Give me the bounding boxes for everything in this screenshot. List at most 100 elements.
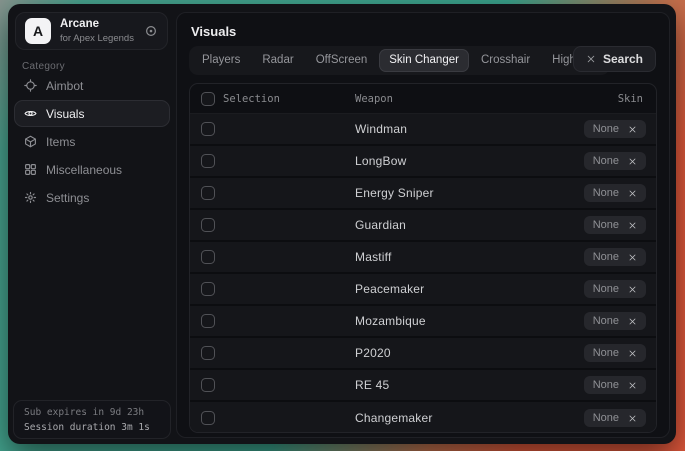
search-button[interactable]: Search: [573, 46, 656, 72]
table-row: Mastiff None: [190, 242, 656, 274]
x-icon[interactable]: [628, 414, 637, 423]
tab-crosshair[interactable]: Crosshair: [471, 49, 540, 72]
row-checkbox[interactable]: [201, 218, 215, 232]
select-all-checkbox[interactable]: [201, 92, 215, 106]
skin-select-button[interactable]: None: [584, 409, 646, 427]
cube-icon: [24, 135, 37, 148]
weapon-name: Mastiff: [355, 250, 392, 264]
skin-select-button[interactable]: None: [584, 280, 646, 298]
row-checkbox[interactable]: [201, 154, 215, 168]
table-row: Guardian None: [190, 210, 656, 242]
sidebar-item-aimbot[interactable]: Aimbot: [14, 72, 170, 99]
grid-icon: [24, 163, 37, 176]
skin-value: None: [593, 219, 619, 231]
category-label: Category: [22, 61, 65, 72]
skin-select-button[interactable]: None: [584, 344, 646, 362]
row-checkbox[interactable]: [201, 250, 215, 264]
app-subtitle: for Apex Legends: [60, 34, 134, 44]
x-icon[interactable]: [628, 349, 637, 358]
row-checkbox[interactable]: [201, 346, 215, 360]
app-meta: Arcane for Apex Legends: [60, 19, 134, 43]
x-icon[interactable]: [628, 221, 637, 230]
target-icon[interactable]: [144, 24, 158, 38]
sidebar-item-label: Miscellaneous: [46, 163, 122, 177]
skin-value: None: [593, 315, 619, 327]
table-row: Energy Sniper None: [190, 178, 656, 210]
weapon-name: Mozambique: [355, 314, 426, 328]
weapon-name: Windman: [355, 122, 407, 136]
sidebar-item-settings[interactable]: Settings: [14, 184, 170, 211]
weapon-name: P2020: [355, 346, 391, 360]
table-row: RE 45 None: [190, 370, 656, 402]
header-weapon: Weapon: [355, 93, 393, 105]
sidebar-item-label: Items: [46, 135, 75, 149]
header-skin: Skin: [618, 93, 643, 105]
sidebar: A Arcane for Apex Legends Category Aimbo…: [8, 4, 176, 444]
row-checkbox[interactable]: [201, 186, 215, 200]
tab-radar[interactable]: Radar: [252, 49, 303, 72]
x-icon[interactable]: [628, 285, 637, 294]
weapon-name: LongBow: [355, 154, 406, 168]
skin-value: None: [593, 155, 619, 167]
sub-expiry-text: Sub expires in 9d 23h: [24, 405, 160, 420]
sidebar-item-items[interactable]: Items: [14, 128, 170, 155]
table-row: Windman None: [190, 114, 656, 146]
header-selection: Selection: [223, 93, 280, 105]
skin-select-button[interactable]: None: [584, 312, 646, 330]
x-icon[interactable]: [628, 157, 637, 166]
row-checkbox[interactable]: [201, 122, 215, 136]
table-row: LongBow None: [190, 146, 656, 178]
weapon-name: Peacemaker: [355, 282, 424, 296]
x-icon[interactable]: [628, 125, 637, 134]
skin-select-button[interactable]: None: [584, 120, 646, 138]
row-checkbox[interactable]: [201, 314, 215, 328]
sidebar-item-label: Settings: [46, 191, 89, 205]
main-panel: Visuals PlayersRadarOffScreenSkin Change…: [176, 12, 670, 438]
weapon-name: Guardian: [355, 218, 406, 232]
x-icon[interactable]: [628, 381, 637, 390]
skin-value: None: [593, 283, 619, 295]
weapon-name: Energy Sniper: [355, 186, 434, 200]
search-button-label: Search: [603, 52, 643, 66]
row-checkbox[interactable]: [201, 411, 215, 425]
skin-value: None: [593, 412, 619, 424]
x-icon[interactable]: [628, 189, 637, 198]
sidebar-item-visuals[interactable]: Visuals: [14, 100, 170, 127]
tab-bar: PlayersRadarOffScreenSkin ChangerCrossha…: [189, 46, 610, 75]
subscription-info-card: Sub expires in 9d 23h Session duration 3…: [13, 400, 171, 439]
app-title: Arcane: [60, 19, 134, 31]
skin-select-button[interactable]: None: [584, 184, 646, 202]
gear-icon: [24, 191, 37, 204]
row-checkbox[interactable]: [201, 282, 215, 296]
skin-select-button[interactable]: None: [584, 376, 646, 394]
app-header-card: A Arcane for Apex Legends: [15, 12, 168, 50]
page-title: Visuals: [191, 24, 236, 39]
x-icon[interactable]: [628, 317, 637, 326]
session-duration-text: Session duration 3m 1s: [24, 420, 160, 435]
table-row: Changemaker None: [190, 402, 656, 433]
desktop-backdrop: { "app": { "name": "Arcane", "subtitle":…: [0, 0, 685, 451]
x-icon[interactable]: [628, 253, 637, 262]
table-row: Peacemaker None: [190, 274, 656, 306]
tab-players[interactable]: Players: [192, 49, 250, 72]
eye-icon: [24, 107, 37, 120]
crosshair-icon: [24, 79, 37, 92]
skin-value: None: [593, 187, 619, 199]
sidebar-items: Aimbot Visuals Items Miscellaneous Settings: [14, 72, 170, 212]
skin-value: None: [593, 123, 619, 135]
table-header-row: Selection Weapon Skin: [190, 84, 656, 114]
sidebar-item-label: Aimbot: [46, 79, 83, 93]
table-body: Windman None LongBow None Energy Sniper …: [190, 114, 656, 433]
row-checkbox[interactable]: [201, 378, 215, 392]
skin-select-button[interactable]: None: [584, 216, 646, 234]
weapon-name: Changemaker: [355, 411, 433, 425]
tab-skin-changer[interactable]: Skin Changer: [379, 49, 469, 72]
skin-select-button[interactable]: None: [584, 152, 646, 170]
tab-offscreen[interactable]: OffScreen: [306, 49, 378, 72]
sidebar-item-miscellaneous[interactable]: Miscellaneous: [14, 156, 170, 183]
table-row: Mozambique None: [190, 306, 656, 338]
app-window: A Arcane for Apex Legends Category Aimbo…: [8, 4, 676, 444]
x-icon: [586, 54, 596, 64]
skin-select-button[interactable]: None: [584, 248, 646, 266]
app-logo: A: [25, 18, 51, 44]
